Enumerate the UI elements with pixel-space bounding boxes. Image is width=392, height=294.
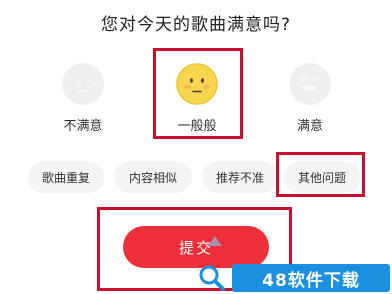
- rating-unsatisfied[interactable]: 不满意: [43, 63, 123, 134]
- tag-content-similar[interactable]: 内容相似: [114, 161, 192, 193]
- neutral-face-icon: [62, 63, 104, 105]
- rating-satisfied[interactable]: 满意: [270, 63, 350, 134]
- highlight-box-rating: [153, 48, 243, 139]
- search-icon: [199, 265, 225, 291]
- rating-label: 不满意: [63, 119, 103, 134]
- rating-label: 满意: [296, 119, 323, 134]
- watermark-arrow-icon: [208, 236, 222, 246]
- highlight-box-tag: [276, 152, 365, 197]
- question-title: 您对今天的歌曲满意吗?: [100, 15, 292, 35]
- tag-song-repeat[interactable]: 歌曲重复: [28, 161, 104, 193]
- watermark: 48软件下载: [196, 236, 392, 294]
- watermark-text: 48软件下载: [262, 271, 360, 291]
- tag-recommend-inaccurate[interactable]: 推荐不准: [202, 161, 278, 193]
- smile-face-icon: [289, 63, 331, 105]
